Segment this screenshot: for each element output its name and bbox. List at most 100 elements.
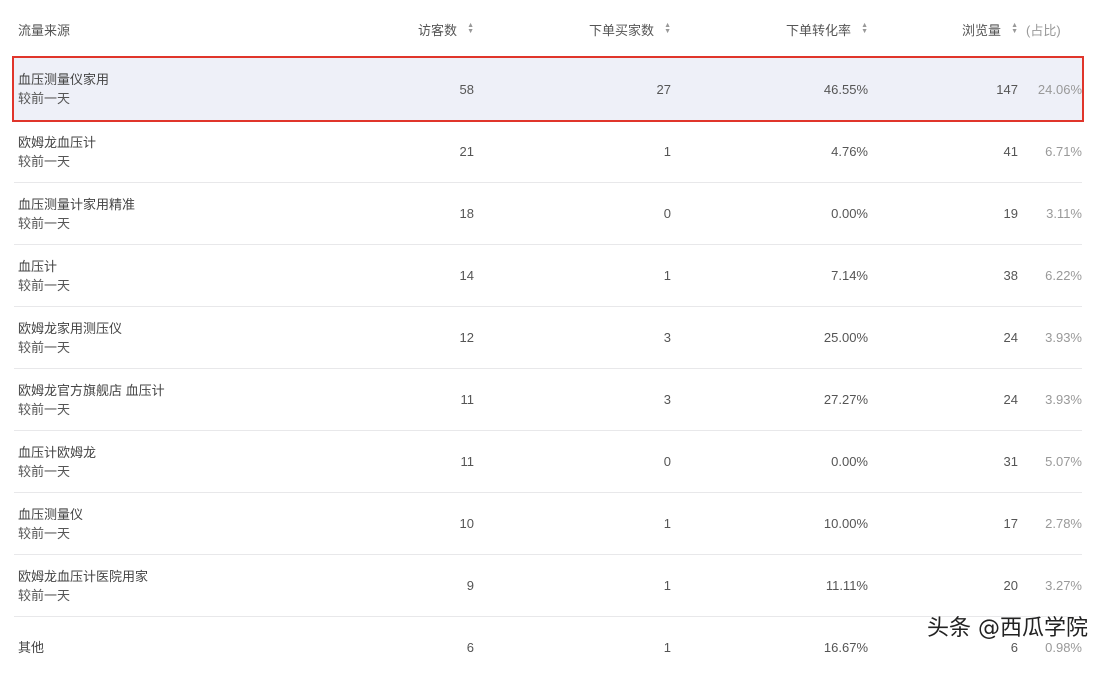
table-row[interactable]: 其他 6 1 16.67% 6 0.98% — [14, 616, 1082, 678]
source-name: 血压测量仪 — [18, 506, 84, 522]
source-name: 血压计欧姆龙 — [18, 444, 97, 460]
table-row[interactable]: 血压计欧姆龙 较前一天 11 0 0.00% 31 5.07% — [14, 430, 1082, 492]
visitors-cell: 14 — [459, 268, 474, 283]
share-cell: 3.11% — [1046, 206, 1082, 221]
rate-cell: 7.14% — [831, 268, 868, 283]
share-cell: 6.71% — [1045, 144, 1082, 159]
rate-cell: 0.00% — [831, 206, 868, 221]
buyers-cell: 1 — [663, 516, 671, 531]
table-row[interactable]: 欧姆龙血压计 较前一天 21 1 4.76% 41 6.71% — [14, 120, 1082, 182]
header-visitors[interactable]: 访客数 ▲ ▼ — [314, 20, 474, 39]
rate-cell: 27.27% — [823, 392, 868, 407]
source-name: 欧姆龙血压计医院用家 — [18, 568, 149, 584]
compare-label: 较前一天 — [18, 277, 71, 293]
source-cell: 欧姆龙血压计 较前一天 — [14, 133, 314, 171]
source-cell: 血压测量仪 较前一天 — [14, 505, 314, 543]
buyers-cell: 3 — [663, 392, 671, 407]
header-source: 流量来源 — [18, 22, 71, 38]
table-row[interactable]: 血压测量仪较前一天 10 1 10.00% 17 2.78% — [14, 492, 1082, 554]
share-cell: 6.22% — [1045, 268, 1082, 283]
buyers-cell: 0 — [663, 206, 671, 221]
table-row[interactable]: 血压计较前一天 14 1 7.14% 38 6.22% — [14, 244, 1082, 306]
compare-label: 较前一天 — [18, 525, 71, 541]
rate-cell: 16.67% — [823, 640, 868, 655]
watermark: 头条 @西瓜学院 — [927, 616, 1088, 641]
sort-icon[interactable]: ▲ ▼ — [1011, 22, 1018, 35]
source-cell: 欧姆龙血压计医院用家 较前一天 — [14, 567, 314, 605]
source-cell: 血压测量仪家用 较前一天 — [14, 70, 314, 108]
share-cell: 5.07% — [1045, 454, 1082, 469]
buyers-cell: 27 — [656, 81, 671, 97]
views-cell: 38 — [1003, 268, 1018, 283]
source-name: 欧姆龙官方旗舰店 血压计 — [18, 382, 165, 398]
source-name: 血压计 — [18, 258, 58, 274]
compare-label: 较前一天 — [18, 401, 71, 417]
views-cell: 147 — [996, 81, 1018, 97]
views-cell: 20 — [1003, 578, 1018, 593]
compare-label: 较前一天 — [18, 339, 71, 355]
compare-label: 较前一天 — [18, 91, 71, 106]
views-cell: 6 — [1010, 640, 1018, 655]
source-name: 欧姆龙血压计 — [18, 134, 97, 150]
visitors-cell: 58 — [459, 81, 474, 97]
rate-cell: 0.00% — [831, 454, 868, 469]
source-cell: 血压测量计家用精准 较前一天 — [14, 195, 314, 233]
visitors-cell: 12 — [459, 330, 474, 345]
visitors-cell: 9 — [466, 578, 474, 593]
traffic-source-table: 流量来源 访客数 ▲ ▼ 下单买家数 ▲ ▼ 下单转化率 ▲ ▼ 浏览量 ▲ ▼ (占比) 血压… — [12, 0, 1084, 678]
source-cell: 血压计欧姆龙 较前一天 — [14, 443, 314, 481]
table-row[interactable]: 欧姆龙血压计医院用家 较前一天 9 1 11.11% 20 3.27% — [14, 554, 1082, 616]
buyers-cell: 1 — [663, 268, 671, 283]
visitors-cell: 6 — [466, 640, 474, 655]
views-cell: 24 — [1003, 392, 1018, 407]
source-name: 欧姆龙家用测压仪 — [18, 320, 123, 336]
table-row-highlighted[interactable]: 血压测量仪家用 较前一天 58 27 46.55% 147 24.06% — [12, 56, 1084, 122]
visitors-cell: 18 — [459, 206, 474, 221]
visitors-cell: 21 — [459, 144, 474, 159]
share-cell: 2.78% — [1045, 516, 1082, 531]
compare-label: 较前一天 — [18, 587, 71, 603]
source-name: 血压测量计家用精准 — [18, 196, 136, 212]
views-cell: 41 — [1003, 144, 1018, 159]
rate-cell: 25.00% — [823, 330, 868, 345]
share-cell: 0.98% — [1045, 640, 1082, 655]
sort-icon[interactable]: ▲ ▼ — [467, 22, 474, 35]
table-row[interactable]: 欧姆龙官方旗舰店 血压计 较前一天 11 3 27.27% 24 3.93% — [14, 368, 1082, 430]
views-cell: 31 — [1003, 454, 1018, 469]
share-cell: 3.93% — [1045, 330, 1082, 345]
sort-icon[interactable]: ▲ ▼ — [861, 22, 868, 35]
rate-cell: 10.00% — [823, 516, 868, 531]
source-cell: 其他 — [14, 638, 314, 657]
share-cell: 3.93% — [1045, 392, 1082, 407]
buyers-cell: 1 — [663, 578, 671, 593]
source-name: 血压测量仪家用 — [18, 72, 110, 87]
source-cell: 欧姆龙官方旗舰店 血压计 较前一天 — [14, 381, 314, 419]
header-rate[interactable]: 下单转化率 ▲ ▼ — [671, 20, 868, 39]
compare-label: 较前一天 — [18, 463, 71, 479]
table-row[interactable]: 血压测量计家用精准 较前一天 18 0 0.00% 19 3.11% — [14, 182, 1082, 244]
buyers-cell: 3 — [663, 330, 671, 345]
share-cell: 24.06% — [1037, 81, 1082, 97]
share-cell: 3.27% — [1045, 578, 1082, 593]
buyers-cell: 1 — [663, 640, 671, 655]
source-cell: 血压计 较前一天 — [14, 257, 314, 295]
header-buyers[interactable]: 下单买家数 ▲ ▼ — [474, 20, 671, 39]
compare-label: 较前一天 — [18, 215, 71, 231]
table-row[interactable]: 欧姆龙家用测压仪 较前一天 12 3 25.00% 24 3.93% — [14, 306, 1082, 368]
views-cell: 19 — [1003, 206, 1018, 221]
rate-cell: 46.55% — [823, 81, 868, 97]
visitors-cell: 11 — [460, 392, 475, 407]
buyers-cell: 1 — [663, 144, 671, 159]
buyers-cell: 0 — [663, 454, 671, 469]
views-cell: 24 — [1003, 330, 1018, 345]
sort-icon[interactable]: ▲ ▼ — [664, 22, 671, 35]
source-name: 其他 — [18, 640, 45, 655]
header-views[interactable]: 浏览量 ▲ ▼ — [868, 20, 1018, 39]
views-cell: 17 — [1003, 516, 1018, 531]
rate-cell: 11.11% — [825, 578, 868, 593]
table-header: 流量来源 访客数 ▲ ▼ 下单买家数 ▲ ▼ 下单转化率 ▲ ▼ 浏览量 ▲ ▼ (占比) — [14, 0, 1082, 58]
visitors-cell: 10 — [459, 516, 474, 531]
source-cell: 欧姆龙家用测压仪 较前一天 — [14, 319, 314, 357]
header-share: (占比) — [1026, 22, 1061, 38]
rate-cell: 4.76% — [831, 144, 868, 159]
